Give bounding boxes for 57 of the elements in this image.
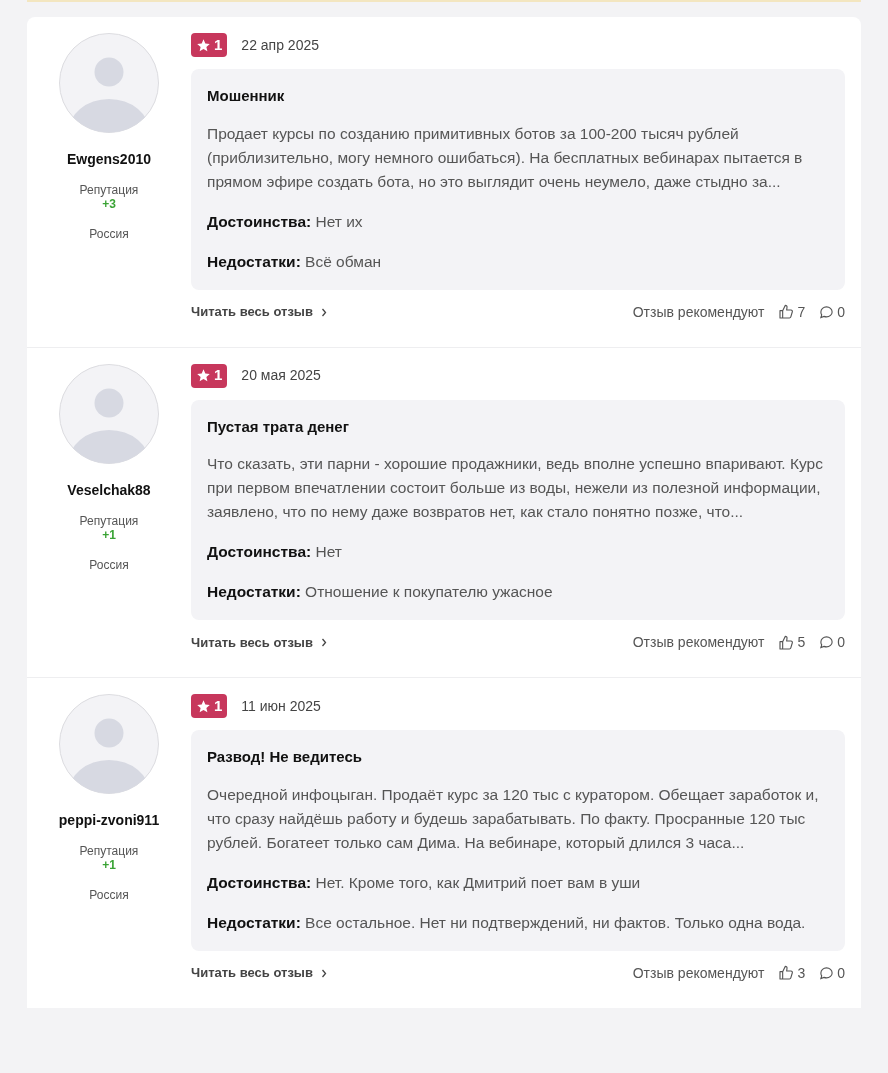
review-text: Очередной инфоцыган. Продаёт курс за 120 тыс с куратором. Обещает заработок и, что сразу найдёшь работу и будешь зарабатывать. По факту. Просранные 120 тыс рублей. Богатеет только сам Дима. На вебинаре, который длился 3 часа...	[207, 784, 820, 853]
thumbs-up-icon	[778, 965, 795, 981]
pros-line: Достоинства: Нет. Кроме того, как Дмитрий поет вам в уши	[207, 872, 642, 893]
comments-button[interactable]: 0	[819, 962, 845, 984]
author-name[interactable]: Ewgens2010	[66, 149, 152, 170]
read-more-link[interactable]: Читать весь отзыв	[191, 302, 327, 322]
comment-icon	[819, 635, 835, 650]
review-title: Развод! Не ведитесь	[207, 747, 363, 767]
comment-icon	[819, 304, 835, 320]
avatar-icon	[59, 363, 159, 464]
avatar-icon	[59, 33, 159, 133]
like-button[interactable]: 3	[778, 962, 806, 984]
reputation-label: Репутация	[79, 844, 139, 858]
reputation-label: Репутация	[79, 183, 139, 197]
read-more-link[interactable]: Читать весь отзыв	[191, 963, 327, 983]
country: Россия	[89, 887, 129, 904]
star-icon	[196, 37, 211, 53]
rating-badge: 1	[191, 33, 228, 57]
star-icon	[196, 368, 211, 383]
thumbs-up-icon	[778, 634, 795, 651]
recommend-label: Отзыв рекомендуют	[632, 302, 765, 322]
rating-badge: 1	[191, 694, 228, 718]
like-button[interactable]: 7	[778, 301, 806, 323]
review-title: Пустая трата денег	[207, 416, 350, 437]
reputation-value: +1	[102, 858, 116, 873]
comments-button[interactable]: 0	[819, 632, 845, 653]
reputation-label: Репутация	[79, 513, 139, 528]
country: Россия	[89, 226, 129, 243]
author-name[interactable]: Veselchak88	[67, 479, 151, 501]
comments-button[interactable]: 0	[819, 301, 845, 323]
review-date: 20 мая 2025	[241, 366, 321, 385]
chevron-right-icon	[320, 307, 327, 317]
reputation-value: +1	[102, 527, 116, 543]
reputation-value: +3	[102, 197, 116, 212]
like-button[interactable]: 5	[778, 632, 806, 653]
thumbs-up-icon	[778, 304, 795, 320]
chevron-right-icon	[320, 638, 327, 647]
review-text: Что сказать, эти парни - хорошие продажники, ведь вполне успешно впаривают. Курс при первом впечатлении состоит больше из воды, нежели из полезной информации, заявлено, что по нему даже возвратов нет, как стало понятно позже, что...	[207, 454, 824, 522]
recommend-label: Отзыв рекомендуют	[632, 633, 765, 652]
read-more-link[interactable]: Читать весь отзыв	[191, 632, 327, 653]
review-date: 22 апр 2025	[241, 35, 319, 55]
cons-line: Недостатки: Отношение к покупателю ужасное	[207, 582, 554, 602]
review-text: Продает курсы по созданию примитивных ботов за 100-200 тысяч рублей (приблизительно, могу немного ошибаться). На бесплатных вебинарах пытается в прямом эфире создать бота, но это выглядит очень неумело, даже стыдно за...	[207, 123, 804, 192]
review-date: 11 июн 2025	[241, 696, 321, 716]
review-title: Мошенник	[207, 86, 286, 106]
comment-icon	[819, 965, 835, 981]
avatar-icon	[59, 694, 159, 794]
chevron-right-icon	[320, 968, 327, 978]
recommend-label: Отзыв рекомендуют	[632, 963, 765, 983]
cons-line: Недостатки: Всё обман	[207, 251, 383, 272]
pros-line: Достоинства: Нет их	[207, 211, 364, 232]
star-icon	[196, 698, 211, 714]
author-name[interactable]: peppi-zvoni911	[58, 810, 160, 831]
pros-line: Достоинства: Нет	[207, 542, 343, 562]
cons-line: Недостатки: Все остальное. Нет ни подтверждений, ни фактов. Только одна вода.	[207, 912, 807, 933]
country: Россия	[89, 556, 129, 574]
rating-badge: 1	[191, 363, 228, 388]
